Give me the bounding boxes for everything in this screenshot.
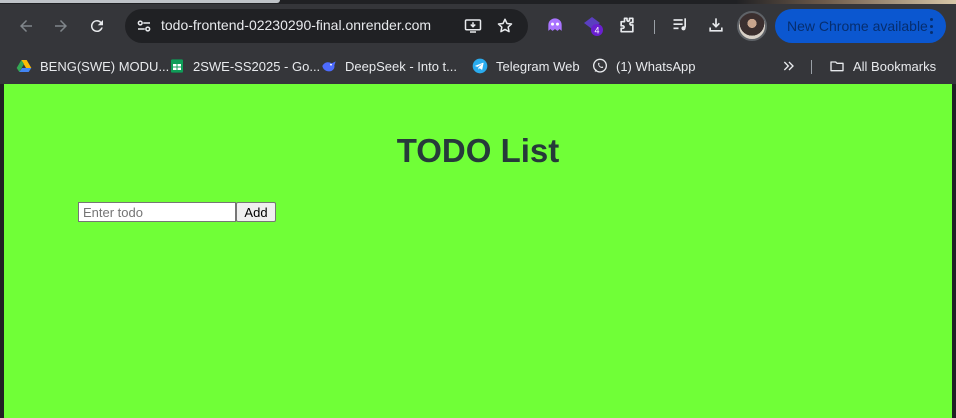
- media-control-icon[interactable]: [669, 13, 693, 37]
- purple-extension-icon[interactable]: 4: [580, 13, 604, 37]
- bookmark-label: DeepSeek - Into t...: [345, 58, 458, 74]
- update-label: New Chrome available: [787, 18, 928, 34]
- install-app-icon[interactable]: [463, 16, 483, 36]
- arrow-right-icon: [55, 20, 67, 32]
- deepseek-icon: [321, 58, 337, 74]
- folder-icon: [829, 58, 845, 74]
- address-url[interactable]: todo-frontend-02230290-final.onrender.co…: [161, 17, 431, 33]
- chrome-update-button[interactable]: New Chrome available: [775, 9, 946, 43]
- back-button[interactable]: [12, 12, 40, 40]
- google-sheets-icon: [169, 58, 185, 74]
- bookmark-label: BENG(SWE) MODU...: [40, 58, 170, 74]
- bookmark-item[interactable]: BENG(SWE) MODU...: [16, 54, 169, 78]
- page-content: TODO List Add: [4, 84, 952, 418]
- reload-icon: [90, 20, 103, 33]
- bookmark-item[interactable]: Telegram Web: [472, 54, 580, 78]
- telegram-icon: [472, 58, 488, 74]
- arrow-left-icon: [20, 20, 32, 32]
- bookmark-item[interactable]: DeepSeek - Into t...: [321, 54, 457, 78]
- reload-button[interactable]: [83, 12, 111, 40]
- downloads-icon[interactable]: [704, 13, 728, 37]
- bookmark-label: 2SWE-SS2025 - Go...: [193, 58, 321, 74]
- ghost-extension-icon[interactable]: [543, 13, 567, 37]
- todo-input[interactable]: [78, 202, 236, 222]
- all-bookmarks-label: All Bookmarks: [853, 58, 937, 74]
- toolbar-divider: [654, 20, 655, 34]
- address-bar[interactable]: todo-frontend-02230290-final.onrender.co…: [125, 9, 528, 43]
- add-button[interactable]: Add: [236, 202, 276, 222]
- bookmarks-divider: [811, 60, 812, 74]
- kebab-menu-icon[interactable]: [924, 16, 938, 36]
- bookmarks-bar: BENG(SWE) MODU... 2SWE-SS2025 - Go... De…: [0, 48, 956, 84]
- bookmark-star-icon[interactable]: [495, 16, 515, 36]
- double-chevron-right-icon: [781, 58, 797, 74]
- extension-badge: 4: [594, 26, 599, 36]
- bookmark-item[interactable]: (1) WhatsApp: [592, 54, 695, 78]
- site-info-icon[interactable]: [135, 17, 153, 35]
- all-bookmarks-button[interactable]: All Bookmarks: [829, 54, 936, 78]
- browser-toolbar: todo-frontend-02230290-final.onrender.co…: [0, 4, 956, 48]
- bookmark-label: (1) WhatsApp: [616, 58, 696, 74]
- window-right-edge: [952, 84, 956, 418]
- whatsapp-icon: [592, 58, 608, 74]
- extensions-puzzle-icon[interactable]: [615, 13, 639, 37]
- google-drive-icon: [16, 58, 32, 74]
- more-bookmarks-button[interactable]: [781, 54, 797, 78]
- forward-button[interactable]: [47, 12, 75, 40]
- bookmark-label: Telegram Web: [496, 58, 580, 74]
- active-tab-edge[interactable]: [0, 0, 280, 3]
- page-title: TODO List: [396, 132, 560, 169]
- bookmark-item[interactable]: 2SWE-SS2025 - Go...: [169, 54, 320, 78]
- profile-avatar[interactable]: [737, 11, 767, 41]
